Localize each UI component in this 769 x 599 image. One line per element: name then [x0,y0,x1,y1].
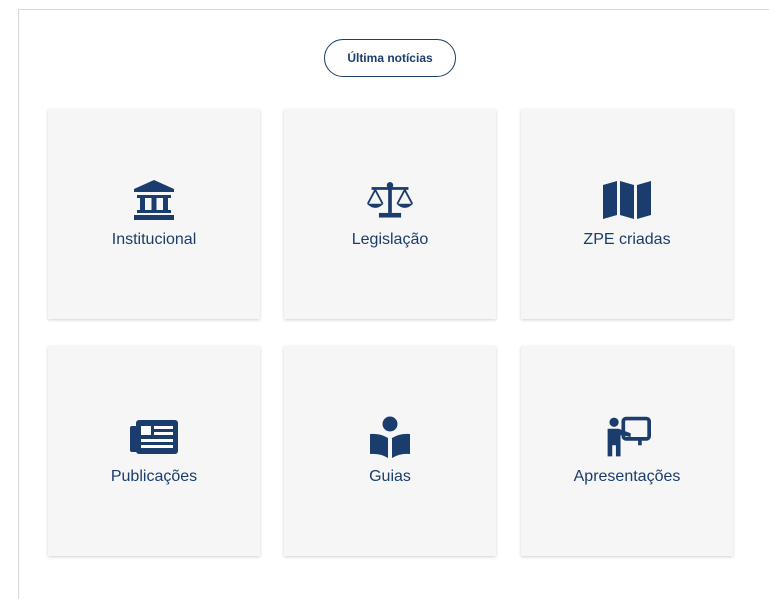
card-publicacoes[interactable]: Publicações [48,346,260,556]
institution-icon [130,179,178,221]
card-legislacao[interactable]: Legislação [284,109,496,319]
map-icon [603,179,651,221]
card-label: Guias [369,468,411,485]
card-apresentacoes[interactable]: Apresentações [521,346,733,556]
card-label: ZPE criadas [583,231,671,248]
newspaper-icon [130,416,178,458]
card-zpe-criadas[interactable]: ZPE criadas [521,109,733,319]
card-label: Legislação [351,231,429,248]
presenter-icon [603,416,651,458]
card-label: Publicações [110,468,198,485]
card-label: Apresentações [573,468,681,485]
book-reader-icon [366,416,414,458]
card-label: Institucional [111,231,197,248]
scales-icon [366,179,414,221]
card-guias[interactable]: Guias [284,346,496,556]
latest-news-button[interactable]: Última notícias [324,39,456,77]
card-institucional[interactable]: Institucional [48,109,260,319]
